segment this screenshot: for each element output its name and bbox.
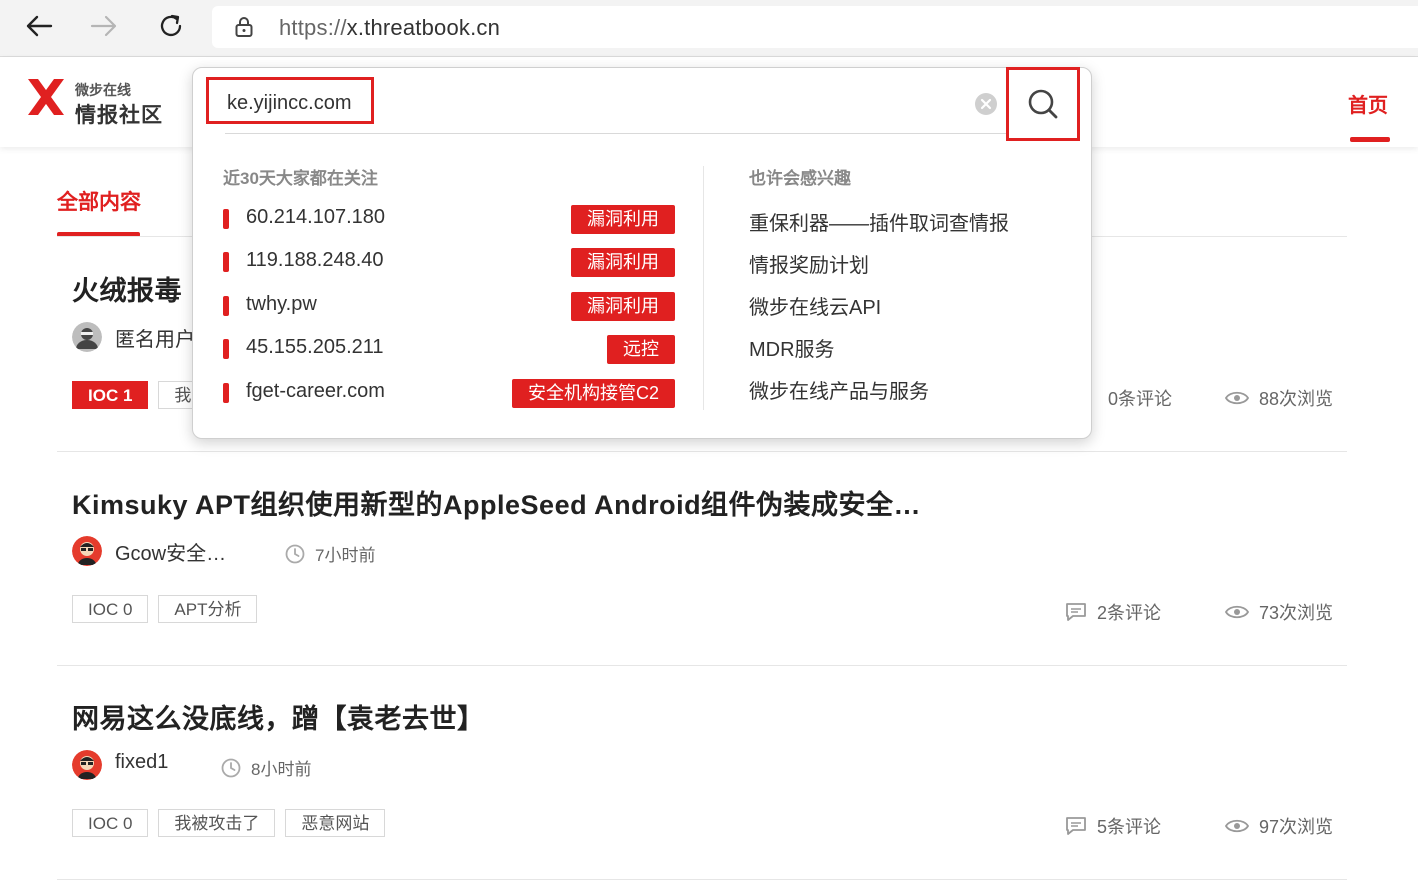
back-button[interactable] [17,6,61,46]
search-dropdown: 近30天大家都在关注 也许会感兴趣 60.214.107.180 漏洞利用 11… [192,67,1092,439]
post-time: 7小时前 [285,541,375,566]
lock-icon [234,16,254,43]
nav-home-active-indicator [1350,137,1390,142]
clock-icon [221,758,241,777]
tag-item[interactable]: APT分析 [158,595,258,623]
comment-icon [1066,603,1086,621]
post-author[interactable]: fixed1 [115,751,168,774]
hot-item-text: 45.155.205.211 [246,336,384,358]
tab-all-content[interactable]: 全部内容 [57,186,141,216]
hot-topics-heading: 近30天大家都在关注 [223,169,378,188]
comments-count: 0条评论 [1108,389,1173,409]
search-icon [1028,89,1058,119]
logo-small-text: 微步在线 [75,82,131,98]
post-item[interactable]: 网易这么没底线，蹭【袁老去世】 fixed1 8小时前 IOC 0 我被攻击了 … [57,665,1347,880]
interest-heading: 也许会感兴趣 [749,169,851,188]
reload-button[interactable] [149,6,193,46]
post-title[interactable]: 网易这么没底线，蹭【袁老去世】 [72,697,485,736]
post-time-text: 7小时前 [315,546,376,565]
hot-item[interactable]: 60.214.107.180 漏洞利用 [223,205,675,235]
hot-item-marker [223,339,229,359]
post-comments[interactable]: 0条评论 [1098,385,1172,411]
url-text: https://x.threatbook.cn [279,15,500,41]
interest-item[interactable]: MDR服务 [749,333,835,362]
post-views: 97次浏览 [1225,813,1333,839]
hot-item-badge: 远控 [607,335,675,364]
hot-item[interactable]: 119.188.248.40 漏洞利用 [223,248,675,278]
views-count: 97次浏览 [1259,817,1334,837]
logo-x-icon [28,79,64,115]
post-author[interactable]: 匿名用户 [115,323,195,352]
post-views: 73次浏览 [1225,599,1333,625]
tag-ioc[interactable]: IOC 0 [72,595,149,623]
search-input[interactable] [215,80,999,126]
eye-icon [1225,605,1249,619]
views-count: 88次浏览 [1259,389,1334,409]
interest-item[interactable]: 重保利器——插件取词查情报 [749,207,1009,236]
hot-item-badge: 漏洞利用 [571,248,675,277]
hot-item-badge: 安全机构接管C2 [511,379,675,408]
post-title[interactable]: Kimsuky APT组织使用新型的AppleSeed Android组件伪装成… [72,483,921,522]
hot-item-text: twhy.pw [246,293,317,315]
hot-item-marker [223,383,229,403]
hot-item-marker [223,296,229,316]
reload-icon [160,14,182,37]
hot-item[interactable]: twhy.pw 漏洞利用 [223,292,675,322]
avatar[interactable] [72,536,102,566]
forward-button[interactable] [82,6,126,46]
interest-item[interactable]: 微步在线产品与服务 [749,375,929,404]
nav-home[interactable]: 首页 [1348,89,1388,118]
browser-toolbar: https://x.threatbook.cn [0,0,1418,57]
eye-icon [1225,819,1249,833]
hot-item-badge: 漏洞利用 [571,205,675,234]
post-comments[interactable]: 5条评论 [1065,813,1161,839]
hot-item[interactable]: fget-career.com 安全机构接管C2 [223,379,675,409]
post-title[interactable]: 火绒报毒 [72,269,182,308]
hot-item-text: fget-career.com [246,380,385,402]
post-tags: IOC 0 APT分析 [72,595,267,623]
eye-icon [1225,391,1249,405]
search-button[interactable] [1006,67,1080,141]
clock-icon [285,544,305,563]
clear-icon [975,93,997,115]
avatar[interactable] [72,750,102,780]
post-views: 88次浏览 [1225,385,1333,411]
hot-item-badge: 漏洞利用 [571,292,675,321]
url-host: x.threatbook.cn [346,15,501,40]
arrow-right-icon [90,15,117,37]
hot-item[interactable]: 45.155.205.211 远控 [223,335,675,365]
comments-count: 2条评论 [1097,603,1162,623]
hot-item-marker [223,209,229,229]
url-protocol: https:// [279,15,347,40]
post-tags: IOC 0 我被攻击了 恶意网站 [72,809,395,837]
interest-item[interactable]: 微步在线云API [749,291,881,320]
clear-search-button[interactable] [975,93,997,115]
post-author[interactable]: Gcow安全… [115,537,226,566]
avatar[interactable] [72,322,102,352]
comments-count: 5条评论 [1097,817,1162,837]
post-time: 8小时前 [221,755,311,780]
hot-item-text: 119.188.248.40 [246,249,384,271]
hot-item-marker [223,252,229,272]
address-bar[interactable]: https://x.threatbook.cn [212,6,1418,48]
comment-icon [1066,817,1086,835]
post-comments[interactable]: 2条评论 [1065,599,1161,625]
tag-item[interactable]: 我被攻击了 [158,809,276,837]
arrow-left-icon [26,15,53,37]
hot-item-text: 60.214.107.180 [246,206,386,228]
tag-ioc[interactable]: IOC 0 [72,809,149,837]
tag-item[interactable]: 恶意网站 [285,809,386,837]
column-divider [703,166,704,410]
tag-ioc[interactable]: IOC 1 [72,381,149,409]
views-count: 73次浏览 [1259,603,1334,623]
logo-big-text: 情报社区 [75,104,163,127]
search-input-underline [225,133,1061,134]
interest-item[interactable]: 情报奖励计划 [749,249,869,278]
post-time-text: 8小时前 [251,760,312,779]
post-item[interactable]: Kimsuky APT组织使用新型的AppleSeed Android组件伪装成… [57,451,1347,666]
site-logo[interactable]: 微步在线 情报社区 [26,77,166,127]
